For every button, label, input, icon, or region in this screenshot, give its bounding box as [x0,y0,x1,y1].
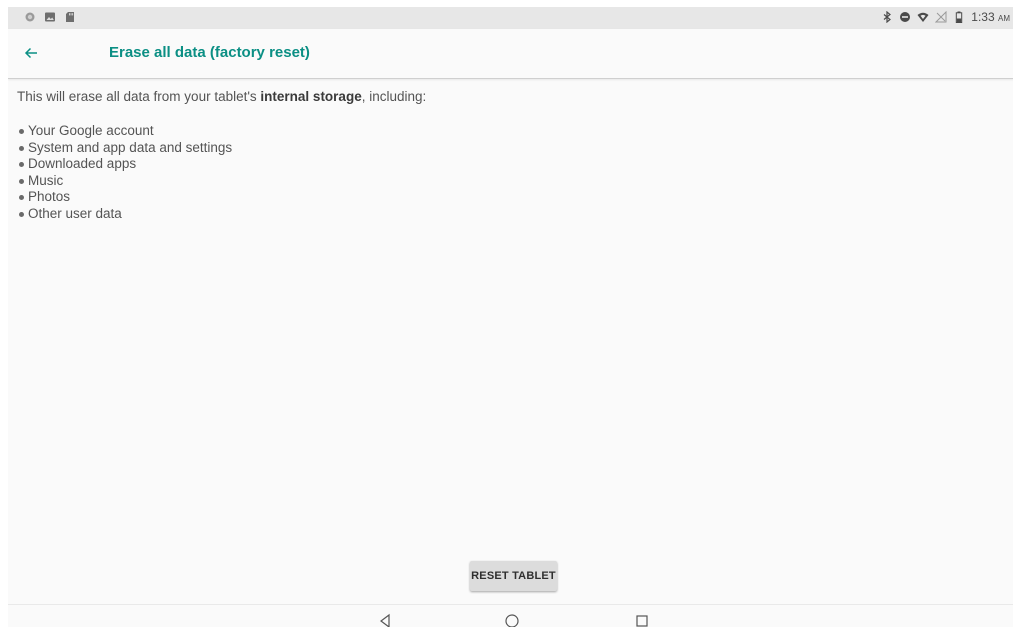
status-ampm: AM [998,14,1010,23]
do-not-disturb-icon [900,12,911,22]
status-bar: 1:33 AM [8,7,1013,29]
list-item: System and app data and settings [17,140,997,157]
intro-text: This will erase all data from your table… [17,89,997,105]
battery-icon [956,11,963,23]
sd-card-icon [66,12,74,22]
screen: 1:33 AM Erase all data (factory reset) T… [8,7,1013,627]
home-circle-icon[interactable] [504,613,520,627]
wifi-icon [917,12,929,22]
app-bar: Erase all data (factory reset) [8,29,1013,79]
status-time: 1:33 AM [971,10,1010,24]
arrow-left-icon [24,47,37,59]
list-item: Music [17,173,997,190]
intro-suffix: , including: [361,89,427,104]
nav-divider [8,604,1013,605]
no-signal-icon [935,11,947,23]
bluetooth-icon [883,11,892,23]
reset-tablet-button[interactable]: RESET TABLET [470,561,557,591]
recents-square-icon[interactable] [634,613,650,627]
page-title: Erase all data (factory reset) [109,44,310,61]
list-item: Photos [17,189,997,206]
list-item: Downloaded apps [17,156,997,173]
back-button[interactable] [16,38,46,68]
status-left-icons [24,11,76,23]
sync-circle-icon [25,12,35,22]
intro-prefix: This will erase all data from your table… [17,89,261,104]
image-icon [45,12,55,22]
main-content: This will erase all data from your table… [17,89,997,223]
back-triangle-icon[interactable] [377,613,393,627]
list-item: Other user data [17,206,997,223]
erase-items-list: Your Google account System and app data … [17,123,997,223]
status-right-icons: 1:33 AM [881,10,1010,24]
list-item: Your Google account [17,123,997,140]
intro-bold: internal storage [260,89,362,104]
